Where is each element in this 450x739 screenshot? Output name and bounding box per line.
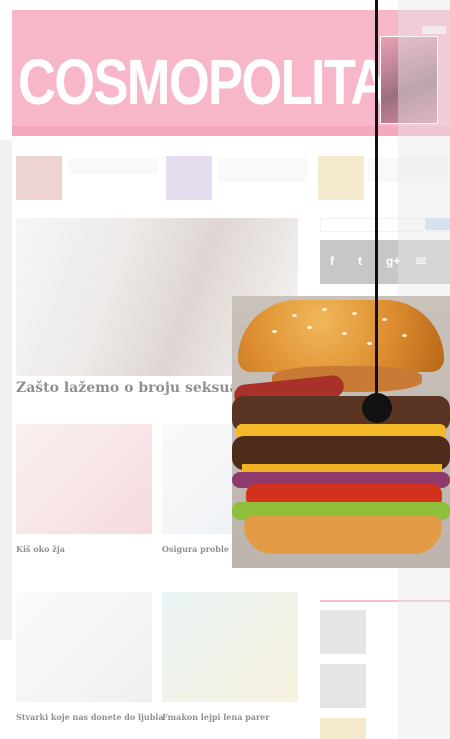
page: COSMOPOLITAN f t g+ ✉ Zašto lažemo o bro… bbox=[0, 0, 450, 739]
article-thumb[interactable] bbox=[318, 156, 364, 200]
sesame-seed bbox=[307, 326, 312, 329]
card-title[interactable]: Stvarki koje nas donete do ljubla bbox=[16, 712, 164, 722]
article-thumb[interactable] bbox=[166, 156, 212, 200]
burger-ad-image[interactable] bbox=[232, 296, 450, 568]
sesame-seed bbox=[272, 330, 277, 333]
article-teaser[interactable] bbox=[218, 158, 308, 182]
site-header: COSMOPOLITAN bbox=[12, 10, 450, 136]
main-nav bbox=[12, 126, 450, 136]
sesame-seed bbox=[322, 308, 327, 311]
facebook-icon[interactable]: f bbox=[330, 254, 334, 268]
card-image[interactable] bbox=[16, 424, 152, 534]
article-teaser[interactable] bbox=[68, 158, 158, 174]
card-title[interactable]: Kiš oko žja bbox=[16, 544, 65, 554]
card-title[interactable]: Fmakon lejpi lena parer bbox=[162, 712, 269, 722]
pointer-line bbox=[375, 0, 378, 408]
twitter-icon[interactable]: t bbox=[358, 254, 362, 268]
sesame-seed bbox=[342, 332, 347, 335]
sesame-seed bbox=[367, 342, 372, 345]
sesame-seed bbox=[382, 318, 387, 321]
sidebar-thumb[interactable] bbox=[320, 664, 366, 708]
burger-top-bun bbox=[238, 300, 444, 372]
burger-bottom-bun bbox=[244, 516, 442, 554]
card-title[interactable]: Osigura proble bbox=[162, 544, 229, 554]
sidebar-thumb[interactable] bbox=[320, 610, 366, 654]
site-logo[interactable]: COSMOPOLITAN bbox=[18, 50, 425, 114]
pointer-dot bbox=[362, 393, 392, 423]
card-image[interactable] bbox=[162, 592, 298, 702]
card-image[interactable] bbox=[16, 592, 152, 702]
sesame-seed bbox=[292, 314, 297, 317]
left-margin bbox=[0, 140, 12, 640]
sidebar-thumb[interactable] bbox=[320, 718, 366, 739]
sesame-seed bbox=[402, 334, 407, 337]
article-thumb[interactable] bbox=[16, 156, 62, 200]
sesame-seed bbox=[352, 312, 357, 315]
